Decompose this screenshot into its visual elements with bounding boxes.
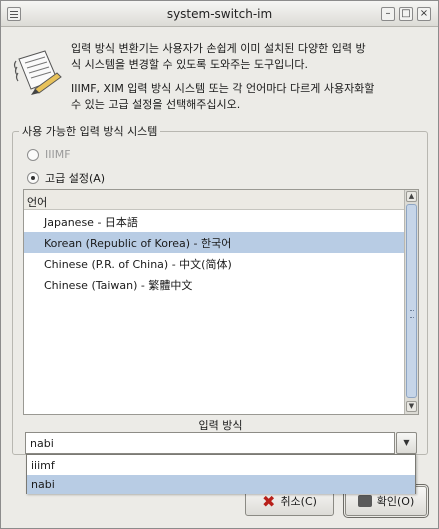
dropdown-item[interactable]: iiimf bbox=[27, 456, 415, 475]
close-icon[interactable]: × bbox=[417, 7, 431, 21]
input-method-combo[interactable]: nabi bbox=[25, 432, 395, 454]
list-item[interactable]: Chinese (Taiwan) - 繁體中文 bbox=[24, 274, 404, 295]
radio-advanced[interactable]: 고급 설정(A) bbox=[27, 170, 105, 186]
radio-indicator[interactable] bbox=[27, 172, 39, 184]
scroll-thumb[interactable] bbox=[406, 204, 417, 398]
dialog-window: system-switch-im – □ × 입력 방식 변환기는 사용자가 손… bbox=[0, 0, 439, 529]
ok-button-label: 확인(O) bbox=[376, 495, 415, 508]
ok-icon bbox=[357, 495, 372, 507]
radio-iiimf-label: IIIMF bbox=[45, 148, 71, 161]
window-title: system-switch-im bbox=[166, 7, 273, 21]
header-text-line-3: IIIMF, XIM 입력 방식 시스템 또는 각 언어마다 다르게 사용자화할 bbox=[71, 82, 375, 95]
header-text-line-4: 수 있는 고급 설정을 선택해주십시오. bbox=[71, 98, 241, 111]
list-item[interactable]: Chinese (P.R. of China) - 中文(简体) bbox=[24, 253, 404, 274]
im-system-frame-label: 사용 가능한 입력 방식 시스템 bbox=[19, 123, 161, 139]
list-item[interactable]: Korean (Republic of Korea) - 한국어 bbox=[24, 232, 404, 253]
cancel-button-label: 취소(C) bbox=[280, 495, 317, 508]
maximize-icon[interactable]: □ bbox=[399, 7, 413, 21]
notepad-pen-icon bbox=[13, 50, 62, 95]
header-text-line-2: 식 시스템을 변경할 수 있도록 도와주는 도구입니다. bbox=[71, 58, 308, 71]
title-bar[interactable]: system-switch-im – □ × bbox=[1, 1, 438, 27]
input-method-label: 입력 방식 bbox=[198, 419, 243, 432]
radio-advanced-label: 고급 설정(A) bbox=[45, 172, 106, 185]
header-text-line-1: 입력 방식 변환기는 사용자가 손쉽게 이미 설치된 다양한 입력 방 bbox=[71, 42, 366, 55]
scroll-up-icon[interactable]: ▲ bbox=[406, 191, 417, 202]
radio-indicator[interactable] bbox=[27, 148, 39, 161]
language-list[interactable]: 언어 Japanese - 日本語 Korean (Republic of Ko… bbox=[23, 189, 419, 415]
chevron-down-icon[interactable]: ▼ bbox=[396, 432, 417, 454]
list-item[interactable]: Japanese - 日本語 bbox=[24, 211, 404, 232]
minimize-icon[interactable]: – bbox=[381, 7, 395, 21]
scroll-down-icon[interactable]: ▼ bbox=[406, 401, 417, 412]
list-column-header[interactable]: 언어 bbox=[24, 190, 404, 210]
radio-iiimf[interactable]: IIIMF bbox=[27, 148, 71, 161]
input-method-dropdown[interactable]: iiimf nabi bbox=[26, 454, 416, 494]
vertical-scrollbar[interactable]: ▲ ▼ bbox=[404, 190, 418, 414]
cancel-icon: ✖ bbox=[262, 491, 276, 511]
dropdown-item[interactable]: nabi bbox=[27, 475, 415, 494]
